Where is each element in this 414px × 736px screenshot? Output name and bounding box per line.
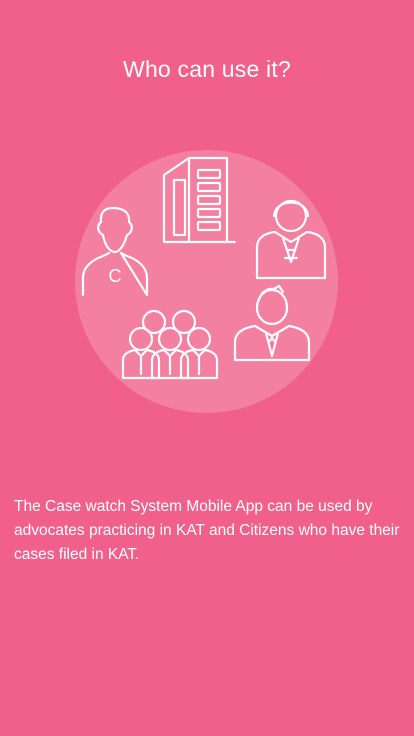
onboarding-screen: Who can use it? C The Case watch System … xyxy=(0,0,414,736)
description-text: The Case watch System Mobile App can be … xyxy=(14,498,400,563)
citizen-badge-letter: C xyxy=(109,266,122,286)
judge-icon xyxy=(255,199,327,280)
citizen-icon: C xyxy=(81,206,149,297)
group-of-people-icon xyxy=(121,309,219,380)
advocate-icon xyxy=(233,284,311,362)
who-can-use-illustration: C xyxy=(81,156,327,380)
page-title: Who can use it? xyxy=(123,56,291,82)
court-building-icon xyxy=(162,156,237,244)
